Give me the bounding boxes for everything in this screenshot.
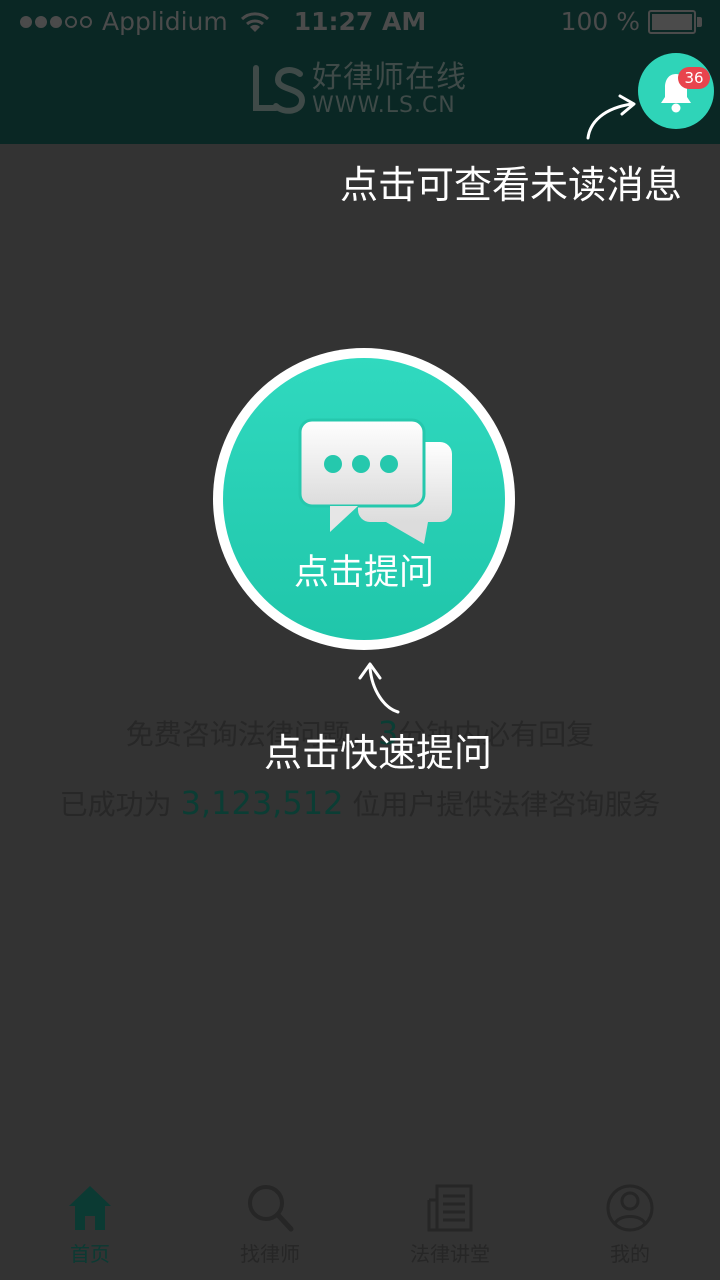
notification-tip: 点击可查看未读消息 xyxy=(339,163,682,207)
info-line-served-users: 已成功为 3,123,512 位用户提供法律咨询服务 xyxy=(59,784,661,822)
notifications-button[interactable]: 36 xyxy=(638,53,714,129)
app-logo: 好律师在线 WWW.LS.CN xyxy=(250,62,467,118)
chat-bubbles-icon xyxy=(298,418,452,544)
tab-find-lawyer[interactable]: 找律师 xyxy=(180,1168,360,1280)
ask-question-button[interactable]: 点击提问 xyxy=(223,358,505,640)
ask-button-ring: 点击提问 xyxy=(213,348,515,650)
tab-label: 首页 xyxy=(70,1242,110,1266)
curved-arrow-icon xyxy=(358,662,400,714)
battery-label: 100 % xyxy=(560,7,640,36)
ask-tip: 点击快速提问 xyxy=(263,731,492,775)
tab-mine[interactable]: 我的 xyxy=(540,1168,720,1280)
curved-arrow-icon xyxy=(586,94,636,140)
tab-label: 找律师 xyxy=(240,1242,300,1266)
logo-url: WWW.LS.CN xyxy=(312,93,456,118)
tab-law-lectures[interactable]: 法律讲堂 xyxy=(360,1168,540,1280)
tab-home[interactable]: 首页 xyxy=(0,1168,180,1280)
battery-icon xyxy=(648,9,702,34)
status-bar: Applidium 11:27 AM 100 % xyxy=(0,0,720,44)
unread-badge: 36 xyxy=(678,67,710,89)
tab-label: 法律讲堂 xyxy=(410,1242,490,1266)
ask-button-label: 点击提问 xyxy=(293,553,434,593)
ls-logo-icon xyxy=(253,65,306,114)
served-users-count: 3,123,512 xyxy=(180,784,344,822)
status-right: 100 % xyxy=(561,7,702,36)
book-icon xyxy=(427,1184,473,1232)
logo-title: 好律师在线 xyxy=(312,60,467,95)
search-icon xyxy=(248,1185,294,1232)
tab-label: 我的 xyxy=(610,1242,650,1266)
user-icon xyxy=(606,1184,654,1232)
home-icon xyxy=(69,1186,111,1230)
tab-bar: 首页 找律师 法律讲堂 我的 xyxy=(0,1168,720,1280)
